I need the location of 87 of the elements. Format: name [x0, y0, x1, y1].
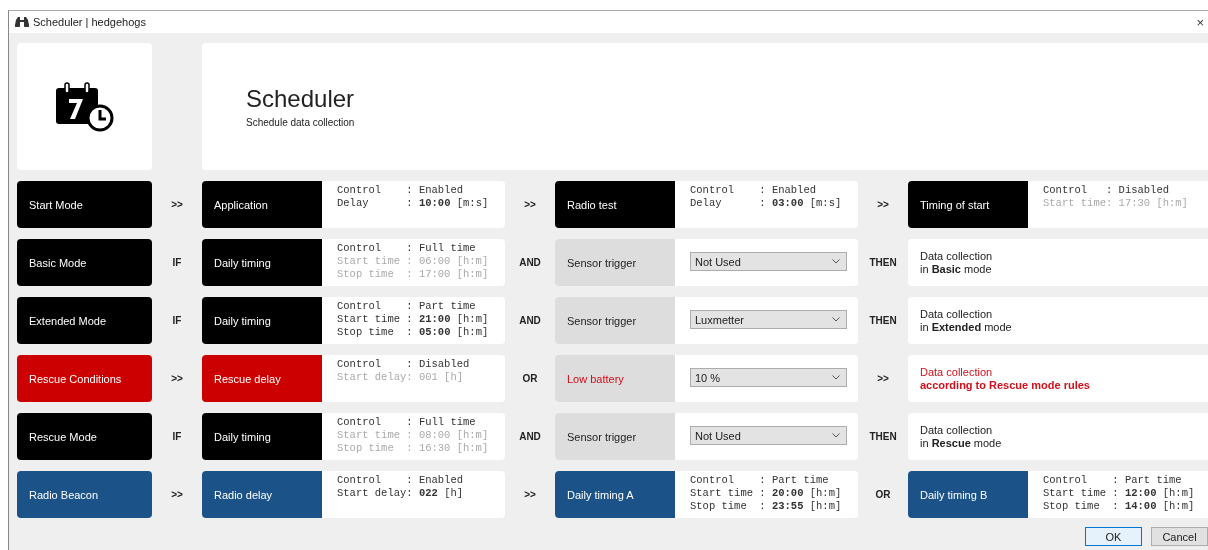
result-text: in Extended mode	[920, 320, 1013, 334]
setting-tile[interactable]: Sensor trigger	[555, 413, 675, 460]
setting-tile[interactable]: Daily timing	[202, 239, 322, 286]
calendar-clock-icon	[55, 81, 114, 132]
connector-label: THEN	[869, 431, 897, 442]
setting-line: Start time : 06:00 [h:m]	[337, 255, 489, 268]
setting-tile[interactable]: Daily timing	[202, 413, 322, 460]
setting-tile[interactable]: Application	[202, 181, 322, 228]
result-text: Data collection	[920, 249, 994, 263]
setting-tile[interactable]: Daily timing A	[555, 471, 675, 518]
result-text: Data collection	[920, 307, 994, 321]
close-button[interactable]: ×	[1192, 14, 1208, 30]
connector-label: IF	[172, 257, 182, 268]
connector-label: >>	[171, 373, 183, 384]
setting-line: Stop time : 14:00 [h:m]	[1043, 500, 1195, 513]
dialog-button[interactable]: OK	[1085, 527, 1142, 546]
connector-label: >>	[877, 199, 889, 210]
setting-tile[interactable]: Sensor trigger	[555, 297, 675, 344]
mode-tile[interactable]: Start Mode	[17, 181, 152, 228]
setting-line: Control : Part time	[690, 474, 830, 487]
sensor-dropdown[interactable]: 10 %	[690, 368, 847, 387]
setting-line: Control : Full time	[337, 416, 477, 429]
connector-label: >>	[171, 489, 183, 500]
connector-label: >>	[171, 199, 183, 210]
setting-line: Stop time : 16:30 [h:m]	[337, 442, 489, 455]
connector-label: >>	[524, 489, 536, 500]
connector-label: THEN	[869, 315, 897, 326]
mode-tile[interactable]: Rescue Mode	[17, 413, 152, 460]
setting-line: Start time : 20:00 [h:m]	[690, 487, 842, 500]
window-title: Scheduler | hedgehogs	[33, 16, 147, 28]
mode-tile[interactable]: Rescue Conditions	[17, 355, 152, 402]
mode-tile[interactable]: Extended Mode	[17, 297, 152, 344]
mode-tile[interactable]: Basic Mode	[17, 239, 152, 286]
connector-label: AND	[519, 257, 541, 268]
setting-tile[interactable]: Rescue delay	[202, 355, 322, 402]
setting-line: Control : Disabled	[337, 358, 470, 371]
connector-label: >>	[524, 199, 536, 210]
result-text: in Rescue mode	[920, 436, 1003, 450]
setting-line: Control : Enabled	[690, 184, 818, 197]
connector-label: OR	[522, 373, 538, 384]
setting-line: Start time : 08:00 [h:m]	[337, 429, 489, 442]
chevron-down-icon	[832, 259, 840, 264]
setting-line: Control : Enabled	[337, 474, 464, 487]
setting-tile[interactable]: Daily timing B	[908, 471, 1028, 518]
connector-label: AND	[519, 431, 541, 442]
sensor-dropdown[interactable]: Luxmetter	[690, 310, 847, 329]
chevron-down-icon	[832, 375, 840, 380]
setting-tile[interactable]: Radio test	[555, 181, 675, 228]
chevron-down-icon	[832, 433, 840, 438]
page-subtitle: Schedule data collection	[246, 117, 356, 128]
setting-tile[interactable]: Low battery	[555, 355, 675, 402]
result-text: Data collection	[920, 365, 994, 379]
result-text: in Basic mode	[920, 262, 993, 276]
setting-tile[interactable]: Timing of start	[908, 181, 1028, 228]
connector-label: AND	[519, 315, 541, 326]
setting-line: Delay : 10:00 [m:s]	[337, 197, 489, 210]
dialog-button[interactable]: Cancel	[1151, 527, 1208, 546]
setting-line: Control : Full time	[337, 242, 477, 255]
setting-tile[interactable]: Daily timing	[202, 297, 322, 344]
setting-line: Stop time : 05:00 [h:m]	[337, 326, 489, 339]
sensor-dropdown[interactable]: Not Used	[690, 252, 847, 271]
setting-line: Start delay: 022 [h]	[337, 487, 464, 500]
mode-tile[interactable]: Radio Beacon	[17, 471, 152, 518]
setting-line: Delay : 03:00 [m:s]	[690, 197, 842, 210]
chevron-down-icon	[832, 317, 840, 322]
binoculars-icon	[15, 17, 29, 27]
connector-label: >>	[877, 373, 889, 384]
setting-line: Stop time : 17:00 [h:m]	[337, 268, 489, 281]
setting-line: Start time : 21:00 [h:m]	[337, 313, 489, 326]
connector-label: OR	[875, 489, 891, 500]
setting-line: Control : Part time	[1043, 474, 1183, 487]
connector-label: IF	[172, 315, 182, 326]
setting-line: Start time: 17:30 [h:m]	[1043, 197, 1188, 210]
setting-line: Stop time : 23:55 [h:m]	[690, 500, 842, 513]
setting-line: Control : Part time	[337, 300, 477, 313]
setting-line: Start time : 12:00 [h:m]	[1043, 487, 1195, 500]
result-text: Data collection	[920, 423, 994, 437]
page-title: Scheduler	[246, 85, 356, 113]
setting-line: Control : Disabled	[1043, 184, 1171, 197]
connector-label: THEN	[869, 257, 897, 268]
sensor-dropdown[interactable]: Not Used	[690, 426, 847, 445]
setting-tile[interactable]: Sensor trigger	[555, 239, 675, 286]
setting-tile[interactable]: Radio delay	[202, 471, 322, 518]
connector-label: IF	[172, 431, 182, 442]
setting-line: Control : Enabled	[337, 184, 465, 197]
setting-line: Start delay: 001 [h]	[337, 371, 465, 384]
result-text: according to Rescue mode rules	[920, 378, 1091, 392]
